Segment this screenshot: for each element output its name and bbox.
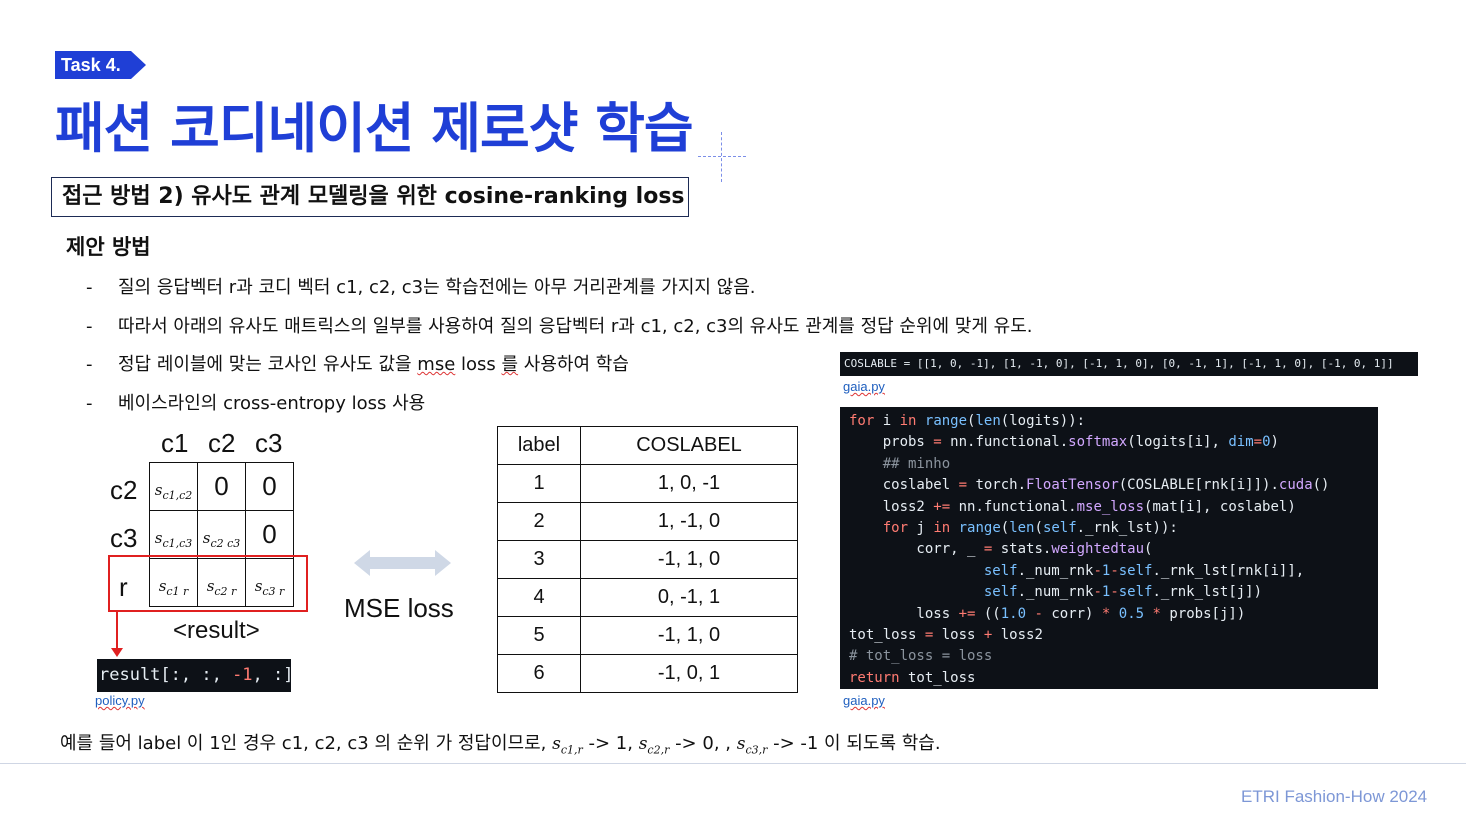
gaia-file-label: gaia.py <box>843 693 885 708</box>
bullet-text: 질의 응답벡터 r과 코디 벡터 c1, c2, c3는 학습전에는 아무 거리… <box>118 277 756 298</box>
task-tag: Task 4. <box>55 51 131 79</box>
bullet-item: - 질의 응답벡터 r과 코디 벡터 c1, c2, c3는 학습전에는 아무 거… <box>86 273 756 299</box>
mse-loss-label: MSE loss <box>344 593 454 623</box>
policy-file-label: policy.py <box>95 693 145 708</box>
bullet-text: 베이스라인의 cross-entropy loss 사용 <box>118 393 426 414</box>
matrix-col-header: c1 <box>161 428 189 458</box>
bullet-text: 따라서 아래의 유사도 매트릭스의 일부를 사용하여 질의 응답벡터 r과 c1… <box>118 316 1033 337</box>
matrix-cell: sc1,c3 <box>149 510 198 559</box>
table-row: 4 0, -1, 1 <box>497 578 798 617</box>
example-sentence: 예를 들어 label 이 1인 경우 c1, c2, c3 의 순위 가 정답… <box>60 733 941 757</box>
bullet-text-part: mse <box>417 354 456 375</box>
matrix-col-header: c2 <box>208 428 236 458</box>
table-cell: -1, 0, 1 <box>580 654 798 693</box>
matrix-cell: 0 <box>245 510 294 559</box>
result-arrow-head <box>111 648 123 657</box>
result-code-snippet: result[:, :, -1, :] <box>97 659 294 692</box>
decorative-crosshair-vertical <box>721 132 722 182</box>
bullet-item: - 베이스라인의 cross-entropy loss 사용 <box>86 389 425 415</box>
table-row: 2 1, -1, 0 <box>497 502 798 541</box>
table-cell: 6 <box>497 654 581 693</box>
bullet-item: - 따라서 아래의 유사도 매트릭스의 일부를 사용하여 질의 응답벡터 r과 c… <box>86 312 1033 338</box>
table-header: COSLABEL <box>580 426 798 465</box>
matrix-cell: 0 <box>197 462 246 511</box>
decorative-crosshair-horizontal <box>698 156 746 157</box>
footer-divider <box>0 763 1466 764</box>
result-row-highlight <box>108 555 308 612</box>
bullet-dash: - <box>86 316 93 337</box>
bullet-dash: - <box>86 393 93 414</box>
table-cell: 2 <box>497 502 581 541</box>
table-cell: -1, 1, 0 <box>580 540 798 579</box>
table-row: 5 -1, 1, 0 <box>497 616 798 655</box>
table-row: 1 1, 0, -1 <box>497 464 798 503</box>
bullet-text-part: 정답 레이블에 맞는 코사인 유사도 값을 <box>118 354 418 375</box>
table-row: 3 -1, 1, 0 <box>497 540 798 579</box>
table-cell: 1, 0, -1 <box>580 464 798 503</box>
bullet-item: - 정답 레이블에 맞는 코사인 유사도 값을 mse loss 를 사용하여 학… <box>86 350 629 376</box>
result-arrow-line <box>116 612 118 652</box>
bullet-text-part: loss <box>455 354 502 375</box>
coslabel-table: label COSLABEL 1 1, 0, -1 2 1, -1, 0 3 -1, … <box>497 426 798 693</box>
matrix-col-header: c3 <box>255 428 283 458</box>
table-cell: -1, 1, 0 <box>580 616 798 655</box>
bullet-text-part: 사용하여 학습 <box>518 354 629 375</box>
matrix-cell: 0 <box>245 462 294 511</box>
matrix-row-header: c2 <box>110 475 138 505</box>
coslabel-code-snippet: COSLABLE = [[1, 0, -1], [1, -1, 0], [-1,… <box>840 352 1418 376</box>
bullet-dash: - <box>86 277 93 298</box>
matrix-row-header: c3 <box>110 523 138 553</box>
matrix-cell: sc1,c2 <box>149 462 198 511</box>
gaia-file-label: gaia.py <box>843 379 885 394</box>
section-heading: 제안 방법 <box>66 235 151 259</box>
matrix-cell: sc2 c3 <box>197 510 246 559</box>
bullet-dash: - <box>86 354 93 375</box>
table-cell: 1, -1, 0 <box>580 502 798 541</box>
table-cell: 1 <box>497 464 581 503</box>
task-tag-arrow <box>131 51 146 79</box>
page-title: 패션 코디네이션 제로샷 학습 <box>55 97 694 160</box>
result-label: <result> <box>173 617 260 644</box>
table-cell: 4 <box>497 578 581 617</box>
table-cell: 5 <box>497 616 581 655</box>
footer-text: ETRI Fashion-How 2024 <box>1241 787 1428 806</box>
table-header: label <box>497 426 581 465</box>
double-arrow-icon <box>354 550 451 576</box>
table-cell: 0, -1, 1 <box>580 578 798 617</box>
bullet-text-part: 를 <box>501 354 519 375</box>
approach-box: 접근 방법 2) 유사도 관계 모델링을 위한 cosine-ranking l… <box>51 177 689 217</box>
table-row: 6 -1, 0, 1 <box>497 654 798 693</box>
loss-code-snippet: for i in range(len(logits)): probs = nn.… <box>840 407 1378 689</box>
table-cell: 3 <box>497 540 581 579</box>
